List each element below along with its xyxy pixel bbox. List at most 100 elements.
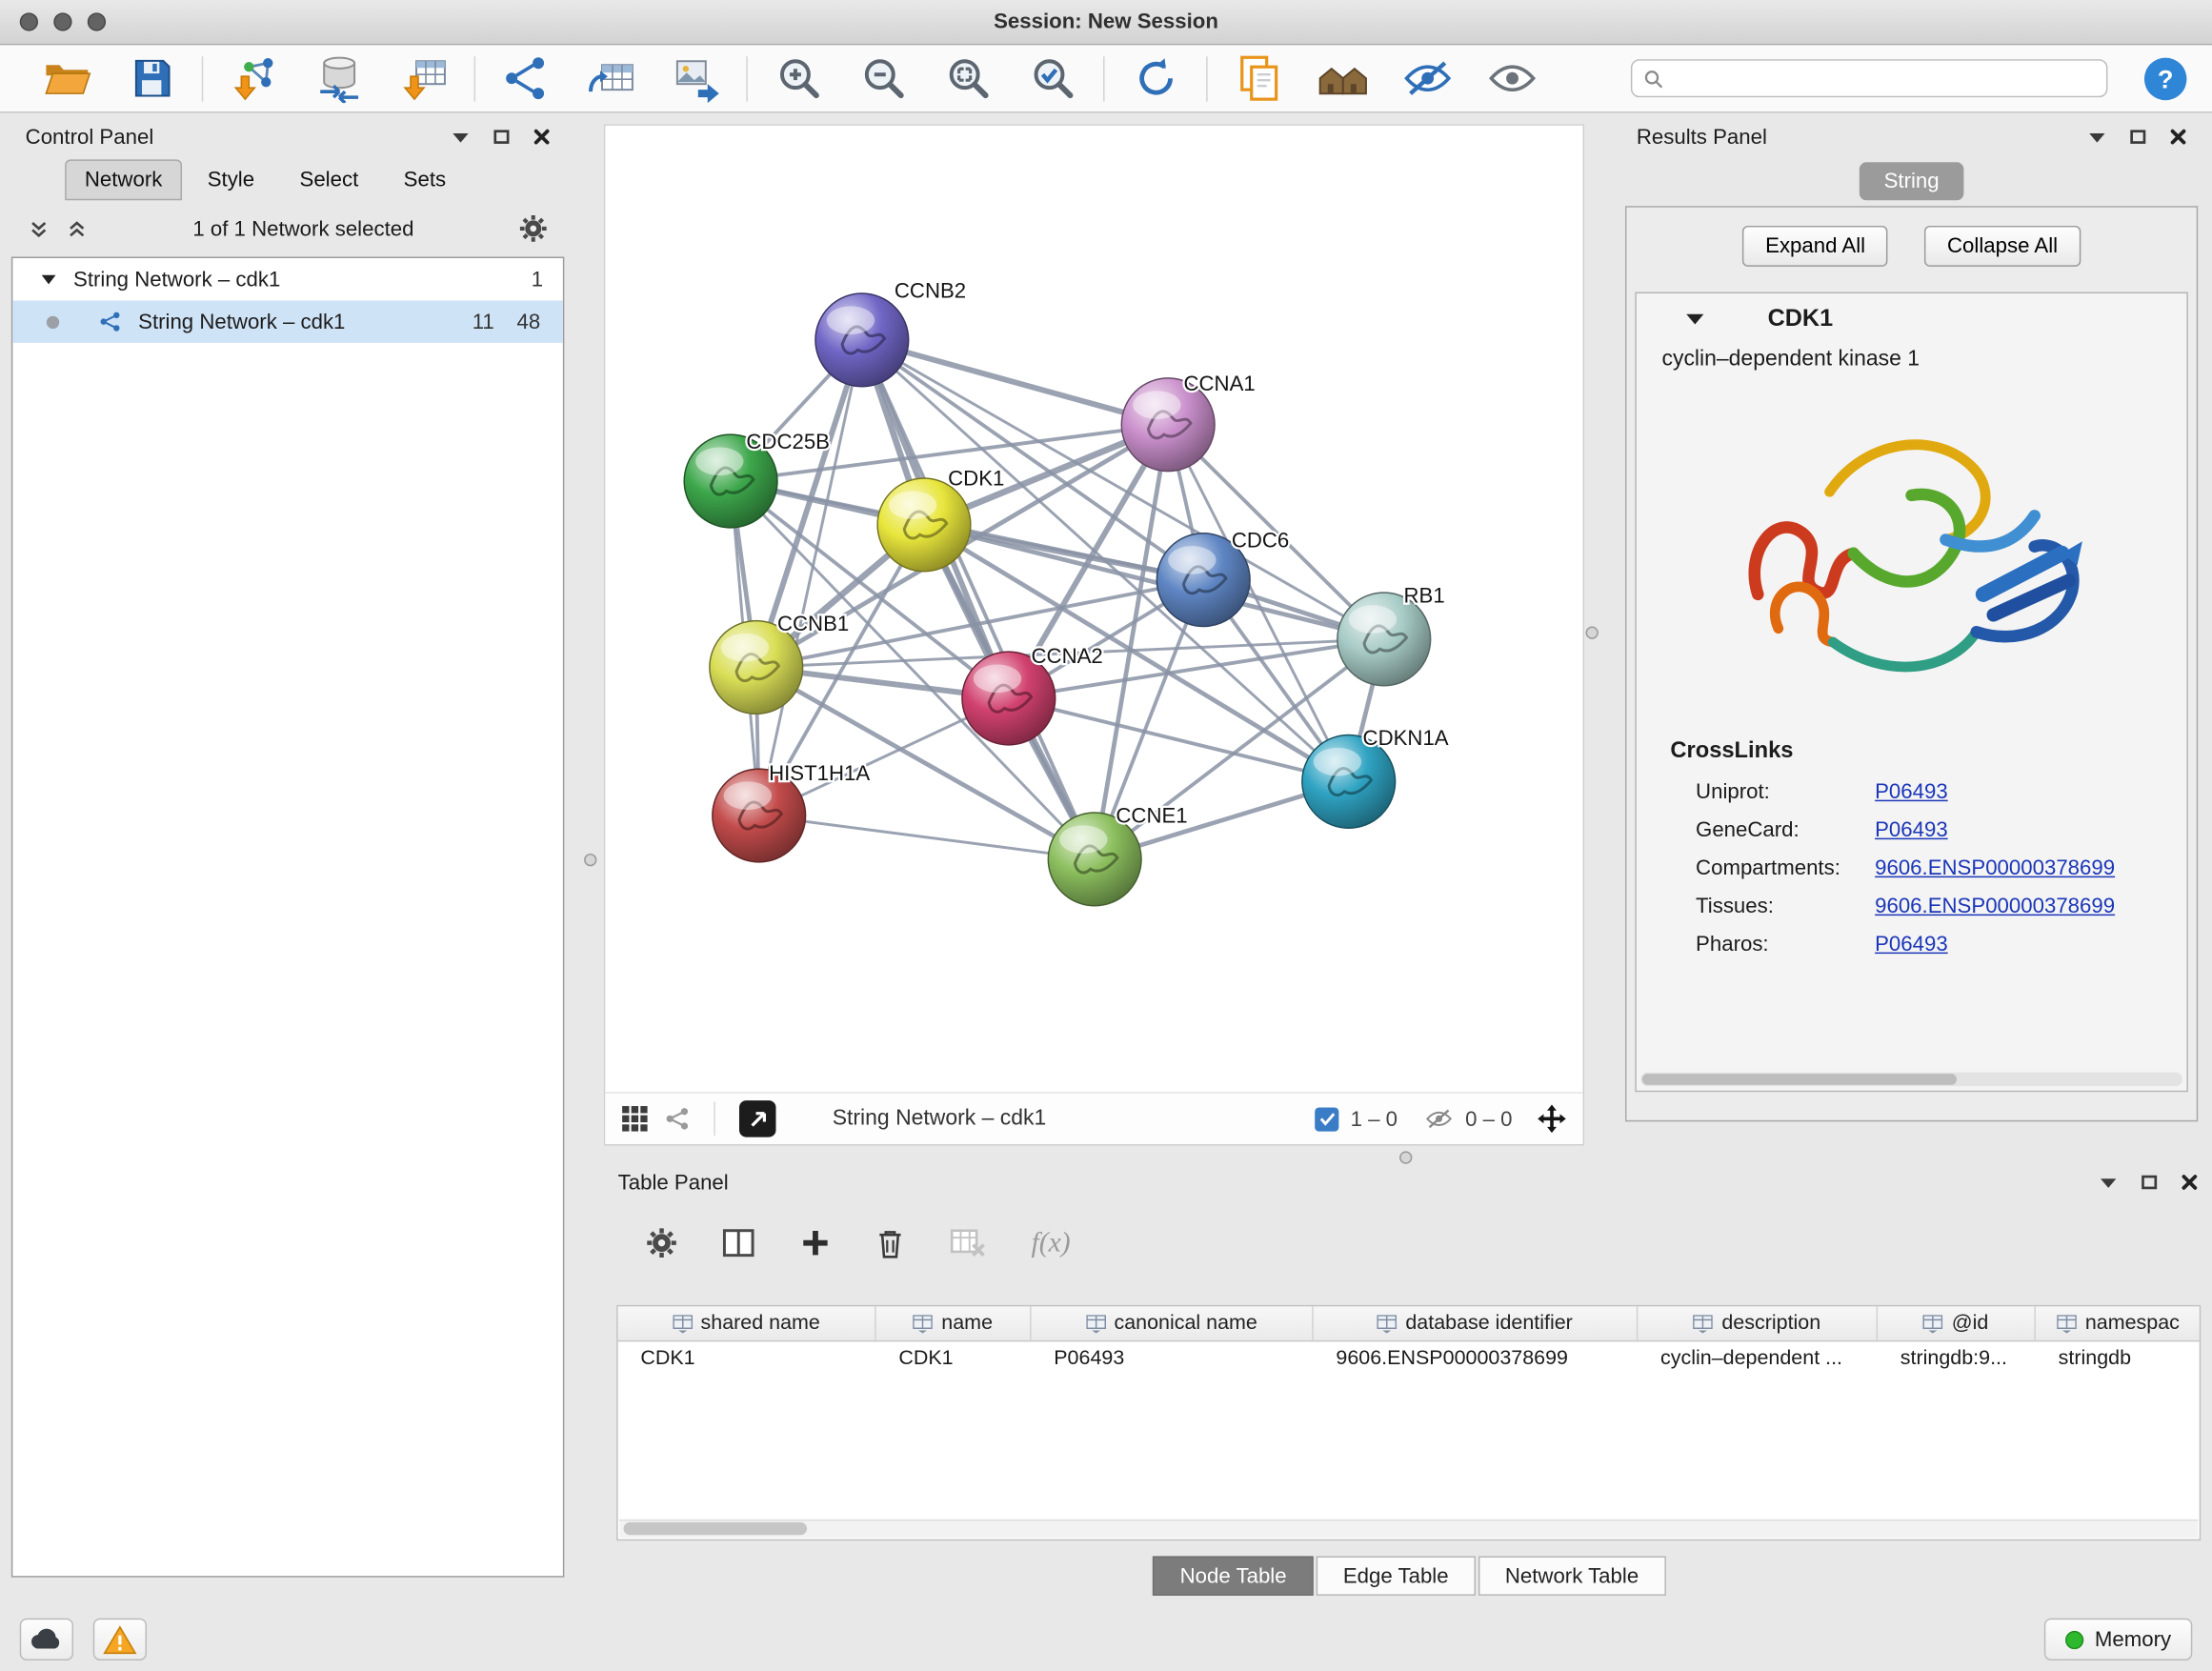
birds-eye-view-button[interactable] xyxy=(622,1106,648,1132)
export-view-button[interactable] xyxy=(739,1100,776,1137)
column-header-shared-name[interactable]: shared name xyxy=(618,1306,876,1340)
delete-column-button[interactable] xyxy=(876,1227,905,1259)
node-CDK1[interactable]: CDK1 xyxy=(877,466,1004,571)
column-header-canonical-name[interactable]: canonical name xyxy=(1032,1306,1314,1340)
network-overview-button[interactable] xyxy=(665,1106,691,1132)
import-network-from-database-button[interactable] xyxy=(308,49,370,108)
import-table-icon xyxy=(398,53,448,103)
memory-button[interactable]: Memory xyxy=(2044,1619,2193,1661)
crosslink-tissues-link[interactable]: 9606.ENSP00000378699 xyxy=(1875,895,2115,918)
tab-select[interactable]: Select xyxy=(280,159,378,200)
import-network-from-file-button[interactable] xyxy=(223,49,285,108)
column-header-namespac[interactable]: namespac xyxy=(2036,1306,2201,1340)
pan-tool-button[interactable] xyxy=(1538,1105,1566,1134)
show-columns-button[interactable] xyxy=(722,1229,754,1258)
first-neighbors-button[interactable] xyxy=(1312,49,1374,108)
zoom-fit-button[interactable] xyxy=(936,49,998,108)
expand-all-button[interactable]: Expand All xyxy=(1742,226,1887,267)
float-panel-button[interactable] xyxy=(452,131,470,143)
new-network-button[interactable] xyxy=(495,49,557,108)
check-icon xyxy=(1318,1112,1336,1126)
scrollbar-thumb[interactable] xyxy=(624,1522,808,1535)
node-label-CCNE1: CCNE1 xyxy=(1116,803,1187,827)
hidden-items-button[interactable] xyxy=(1423,1106,1455,1132)
tab-style[interactable]: Style xyxy=(188,159,274,200)
node-CCNE1[interactable]: CCNE1 xyxy=(1048,803,1187,905)
caret-down-icon xyxy=(452,131,470,143)
close-window-button[interactable] xyxy=(20,12,38,30)
splitter-grip[interactable] xyxy=(1399,1151,1412,1163)
results-scrollbar[interactable] xyxy=(1640,1072,2182,1086)
network-options-button[interactable] xyxy=(519,214,548,243)
network-canvas[interactable]: CCNB2CCNA1CDC25BCDK1CDC6RB1CCNB1CCNA2CDK… xyxy=(605,126,1585,1095)
help-button[interactable]: ? xyxy=(2142,54,2189,102)
selected-checkbox-icon[interactable] xyxy=(1316,1107,1339,1131)
open-session-button[interactable] xyxy=(35,49,97,108)
scrollbar-thumb[interactable] xyxy=(1642,1074,1957,1085)
edge-CCNB2-CCNE1[interactable] xyxy=(862,340,1095,859)
tab-network[interactable]: Network xyxy=(65,159,182,200)
cloud-status-button[interactable] xyxy=(20,1619,73,1661)
refresh-view-button[interactable] xyxy=(1124,49,1186,108)
import-table-from-file-button[interactable] xyxy=(392,49,454,108)
tab-sets[interactable]: Sets xyxy=(384,159,466,200)
tab-edge-table[interactable]: Edge Table xyxy=(1317,1556,1476,1595)
node-CCNB2[interactable]: CCNB2 xyxy=(815,278,966,386)
crosslink-uniprot-link[interactable]: P06493 xyxy=(1875,780,1948,804)
show-all-button[interactable] xyxy=(1481,49,1543,108)
column-label: name xyxy=(941,1312,993,1335)
save-session-button[interactable] xyxy=(120,49,182,108)
function-builder-button[interactable]: f(x) xyxy=(1032,1227,1071,1259)
tab-node-table[interactable]: Node Table xyxy=(1153,1556,1313,1595)
restore-panel-button[interactable] xyxy=(2141,1174,2159,1191)
node-RB1[interactable]: RB1 xyxy=(1337,583,1445,685)
tab-network-table[interactable]: Network Table xyxy=(1478,1556,1666,1595)
restore-panel-button[interactable] xyxy=(2129,129,2147,146)
node-CCNA1[interactable]: CCNA1 xyxy=(1121,372,1255,471)
close-panel-button[interactable] xyxy=(533,129,551,146)
zoom-in-button[interactable] xyxy=(768,49,830,108)
column-header-description[interactable]: description xyxy=(1638,1306,1878,1340)
float-panel-button[interactable] xyxy=(2100,1176,2118,1188)
zoom-out-button[interactable] xyxy=(852,49,914,108)
column-header-@id[interactable]: @id xyxy=(1878,1306,2036,1340)
maximize-window-button[interactable] xyxy=(88,12,106,30)
crosslink-genecard-link[interactable]: P06493 xyxy=(1875,818,1948,842)
copy-button[interactable] xyxy=(1227,49,1289,108)
import-network-icon xyxy=(230,53,279,103)
table-scrollbar[interactable] xyxy=(619,1520,2198,1538)
node-CDKN1A[interactable]: CDKN1A xyxy=(1302,726,1449,828)
column-header-database-identifier[interactable]: database identifier xyxy=(1314,1306,1639,1340)
minimize-window-button[interactable] xyxy=(53,12,71,30)
network-row-selected[interactable]: String Network – cdk1 11 48 xyxy=(12,300,563,342)
edge-HIST1H1A-CCNE1[interactable] xyxy=(759,815,1095,859)
collapse-gene-button[interactable] xyxy=(1684,312,1705,326)
warnings-button[interactable] xyxy=(93,1619,147,1661)
restore-panel-button[interactable] xyxy=(493,129,511,146)
expand-networks-button[interactable] xyxy=(29,219,50,237)
collapse-networks-button[interactable] xyxy=(67,219,88,237)
crosslink-pharos-link[interactable]: P06493 xyxy=(1875,933,1948,956)
close-panel-button[interactable] xyxy=(2170,129,2187,146)
collapse-all-button[interactable]: Collapse All xyxy=(1924,226,2080,267)
tab-string[interactable]: String xyxy=(1860,162,1962,200)
search-input[interactable] xyxy=(1672,67,2095,90)
column-header-name[interactable]: name xyxy=(876,1306,1032,1340)
hide-selected-button[interactable] xyxy=(1397,49,1458,108)
splitter-grip[interactable] xyxy=(1586,627,1599,639)
table-row[interactable]: CDK1CDK1P064939606.ENSP00000378699cyclin… xyxy=(618,1341,2200,1377)
new-table-button[interactable] xyxy=(580,49,642,108)
edge-CCNB2-HIST1H1A[interactable] xyxy=(759,340,862,815)
node-HIST1H1A[interactable]: HIST1H1A xyxy=(713,761,871,862)
crosslink-compartments-link[interactable]: 9606.ENSP00000378699 xyxy=(1875,856,2115,880)
float-panel-button[interactable] xyxy=(2088,131,2106,143)
network-collection-row[interactable]: String Network – cdk1 1 xyxy=(12,258,563,300)
close-panel-button[interactable] xyxy=(2181,1174,2198,1191)
splitter-grip[interactable] xyxy=(584,854,596,866)
zoom-selected-button[interactable] xyxy=(1021,49,1083,108)
node-CCNA2[interactable]: CCNA2 xyxy=(962,644,1103,745)
table-panel-tabs: Node TableEdge TableNetwork Table xyxy=(607,1556,2212,1595)
table-options-button[interactable] xyxy=(646,1227,677,1258)
export-image-button[interactable] xyxy=(665,49,727,108)
add-column-button[interactable] xyxy=(800,1227,832,1258)
